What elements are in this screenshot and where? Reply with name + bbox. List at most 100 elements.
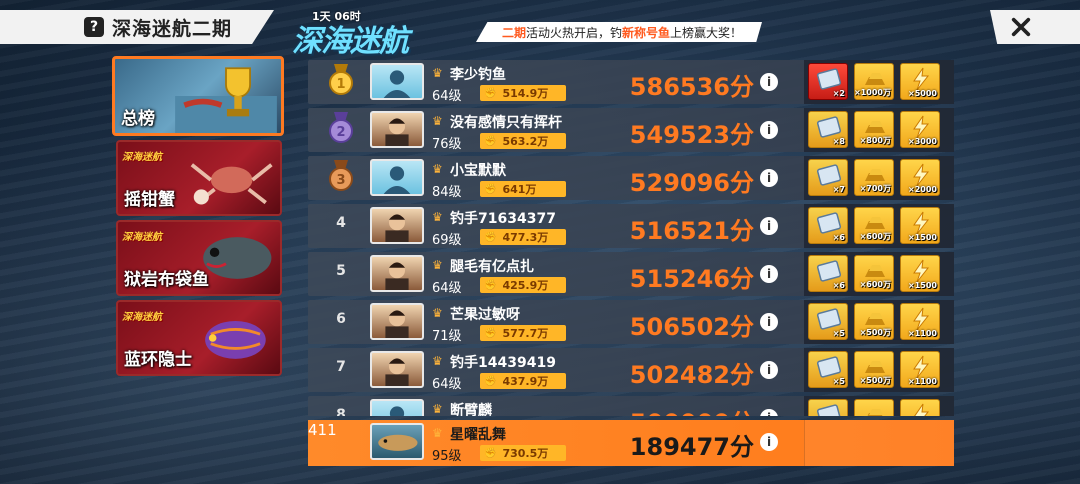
info-icon[interactable]: i (760, 433, 778, 451)
crown-icon: ♛ (432, 306, 443, 320)
event-badge: 深海迷航 (122, 232, 162, 243)
info-icon[interactable]: i (760, 265, 778, 283)
reward-gold[interactable]: ×700万 (854, 159, 894, 196)
reward-gold[interactable]: ×500万 (854, 303, 894, 340)
close-button[interactable] (990, 10, 1080, 44)
reward-ticket[interactable]: ×5 (808, 351, 848, 388)
ticket-icon (816, 212, 842, 234)
power-badge: ✊ 730.5万 (480, 445, 566, 461)
info-icon[interactable]: i (760, 73, 778, 91)
crown-icon: ♛ (432, 354, 443, 368)
info-icon[interactable]: i (760, 313, 778, 331)
info-icon[interactable]: i (760, 217, 778, 235)
ticket-icon (816, 116, 842, 138)
reward-count: ×500万 (859, 376, 891, 385)
medal-icon: 2 (329, 112, 353, 143)
avatar[interactable] (370, 399, 424, 416)
player-score: 586536分 (629, 73, 754, 101)
reward-ticket[interactable]: ×6 (808, 207, 848, 244)
reward-bolt[interactable]: ×3000 (900, 111, 940, 148)
reward-bolt[interactable]: ×2000 (900, 159, 940, 196)
tab-overall[interactable]: 总榜 (112, 56, 284, 136)
avatar[interactable] (370, 159, 424, 196)
close-icon (1011, 17, 1031, 37)
tab-rockfish[interactable]: 深海迷航 狱岩布袋鱼 (116, 220, 282, 296)
reward-count: ×1100 (908, 377, 937, 386)
leaderboard-row[interactable]: 3 ♛ 小宝默默 84级 ✊ 641万 529096分 i ×7 ×700万 ×200… (308, 156, 954, 200)
fist-icon: ✊ (484, 375, 497, 387)
info-icon[interactable]: i (760, 361, 778, 379)
player-name: 钓手14439419 (450, 355, 556, 371)
reward-ticket[interactable]: ×2 (808, 63, 848, 100)
player-score: 500000分 (614, 403, 754, 416)
reward-ticket[interactable]: ×8 (808, 111, 848, 148)
power-value: 425.9万 (502, 279, 549, 292)
reward-count: ×600万 (859, 280, 891, 289)
leaderboard-row[interactable]: 1 ♛ 李少钓鱼 64级 ✊ 514.9万 586536分 i ×2 ×1000万 ×… (308, 60, 954, 104)
reward-gold[interactable]: ×600万 (854, 207, 894, 244)
tab-label: 总榜 (121, 109, 155, 129)
event-badge: 深海迷航 (122, 312, 162, 323)
my-rank-row: 411 ♛ 星曜乱舞 95级 ✊ 730.5万 189477分 i (308, 420, 954, 466)
reward-count: ×5000 (908, 89, 937, 98)
reward-gold[interactable]: ×1000万 (854, 63, 894, 100)
reward-list: ×5 ×500万 ×1100 (804, 348, 954, 392)
reward-gold[interactable]: ×600万 (854, 255, 894, 292)
info-icon[interactable]: i (760, 409, 778, 416)
reward-bolt[interactable]: ×5000 (900, 63, 940, 100)
reward-gold[interactable]: ×500万 (854, 351, 894, 388)
player-score: 516521分 (629, 217, 754, 245)
player-score: 515246分 (629, 265, 754, 293)
avatar[interactable] (370, 207, 424, 244)
reward-ticket[interactable]: ×6 (808, 255, 848, 292)
ticket-icon (816, 260, 842, 282)
avatar[interactable] (370, 303, 424, 340)
lightning-icon (913, 67, 930, 91)
leaderboard-row[interactable]: 4 ♛ 钓手71634377 69级 ✊ 477.3万 516521分 i ×6 ×… (308, 204, 954, 248)
reward-ticket[interactable] (808, 399, 848, 416)
avatar[interactable] (370, 255, 424, 292)
info-icon[interactable]: i (760, 169, 778, 187)
fist-icon: ✊ (484, 183, 497, 195)
power-badge: ✊ 514.9万 (480, 85, 566, 101)
reward-gold[interactable] (854, 399, 894, 416)
avatar[interactable] (370, 351, 424, 388)
reward-bolt[interactable]: ×1100 (900, 351, 940, 388)
lightning-icon (914, 403, 930, 416)
tab-crab[interactable]: 深海迷航 摇钳蟹 (116, 140, 282, 216)
leaderboard-row[interactable]: 5 ♛ 腿毛有亿点扎 64级 ✊ 425.9万 515246分 i ×6 ×600万… (308, 252, 954, 296)
power-value: 514.9万 (502, 87, 549, 100)
reward-ticket[interactable]: ×7 (808, 159, 848, 196)
player-name: 李少钓鱼 (450, 67, 506, 83)
power-badge: ✊ 477.3万 (480, 229, 566, 245)
power-value: 477.3万 (502, 231, 549, 244)
info-icon[interactable]: i (760, 121, 778, 139)
avatar[interactable] (370, 111, 424, 148)
player-level: 76级 (432, 137, 462, 152)
power-value: 577.7万 (502, 327, 549, 340)
avatar[interactable] (370, 63, 424, 100)
reward-bolt[interactable]: ×1500 (900, 255, 940, 292)
player-name: 星曜乱舞 (450, 427, 506, 443)
reward-bolt[interactable]: ×1500 (900, 207, 940, 244)
leaderboard-row[interactable]: 6 ♛ 芒果过敏呀 71级 ✊ 577.7万 506502分 i ×5 ×500万 ×… (308, 300, 954, 344)
power-badge: ✊ 641万 (480, 181, 566, 197)
leaderboard[interactable]: 1 ♛ 李少钓鱼 64级 ✊ 514.9万 586536分 i ×2 ×1000万 ×… (292, 56, 960, 416)
help-icon[interactable]: ? (84, 17, 104, 37)
crown-icon: ♛ (432, 258, 443, 272)
reward-count: ×800万 (859, 136, 891, 145)
leaderboard-row[interactable]: 2 ♛ 没有感情只有挥杆 76级 ✊ 563.2万 549523分 i ×8 ×80… (308, 108, 954, 152)
reward-bolt[interactable] (900, 399, 940, 416)
power-value: 563.2万 (502, 135, 549, 148)
reward-count: ×1500 (908, 233, 937, 242)
reward-bolt[interactable]: ×1100 (900, 303, 940, 340)
leaderboard-row[interactable]: 8 ♛ 断臂麟 500000分 i (308, 396, 954, 416)
medal-icon: 3 (329, 160, 353, 191)
rank-number: 1 (336, 77, 345, 92)
reward-ticket[interactable]: ×5 (808, 303, 848, 340)
reward-gold[interactable]: ×800万 (854, 111, 894, 148)
power-badge: ✊ 437.9万 (480, 373, 566, 389)
avatar[interactable] (370, 423, 424, 460)
tab-blue-ring[interactable]: 深海迷航 蓝环隐士 (116, 300, 282, 376)
leaderboard-row[interactable]: 7 ♛ 钓手14439419 64级 ✊ 437.9万 502482分 i ×5 ×… (308, 348, 954, 392)
